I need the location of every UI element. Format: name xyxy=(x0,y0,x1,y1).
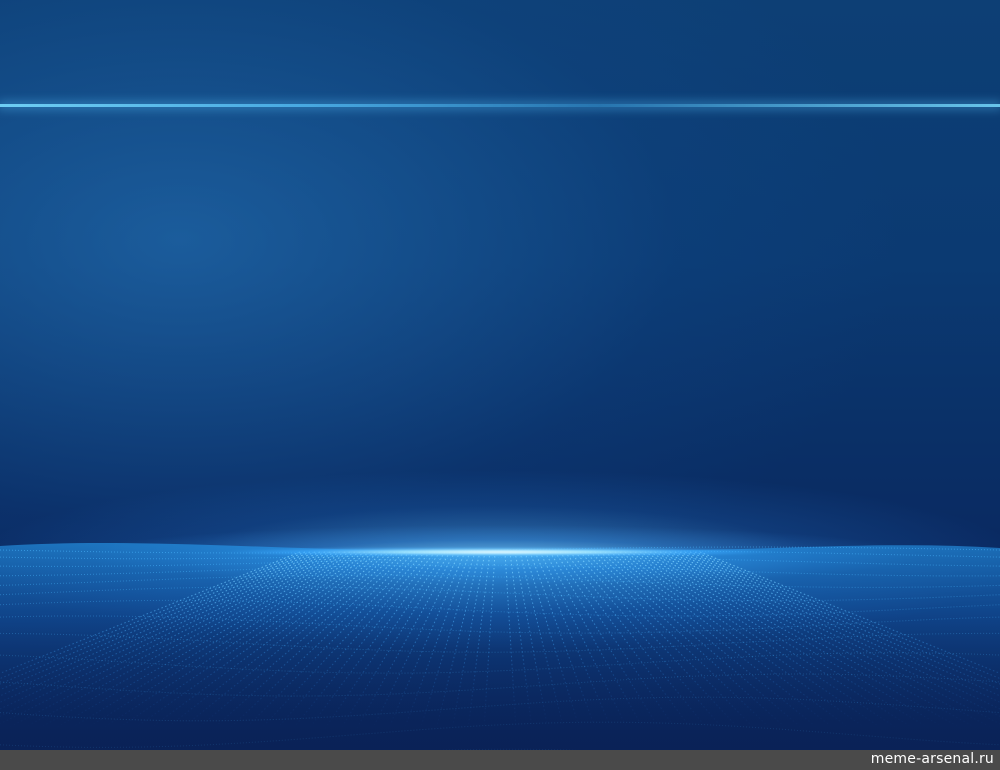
wave-body xyxy=(0,542,1000,750)
top-light-beam xyxy=(0,104,1000,107)
horizon-highlight xyxy=(0,548,1000,556)
watermark-bar: meme-arsenal.ru xyxy=(0,750,1000,770)
image-frame: meme-arsenal.ru xyxy=(0,0,1000,770)
watermark-text: meme-arsenal.ru xyxy=(870,751,994,767)
blue-abstract-background xyxy=(0,0,1000,750)
particle-wave-surface xyxy=(0,542,1000,750)
